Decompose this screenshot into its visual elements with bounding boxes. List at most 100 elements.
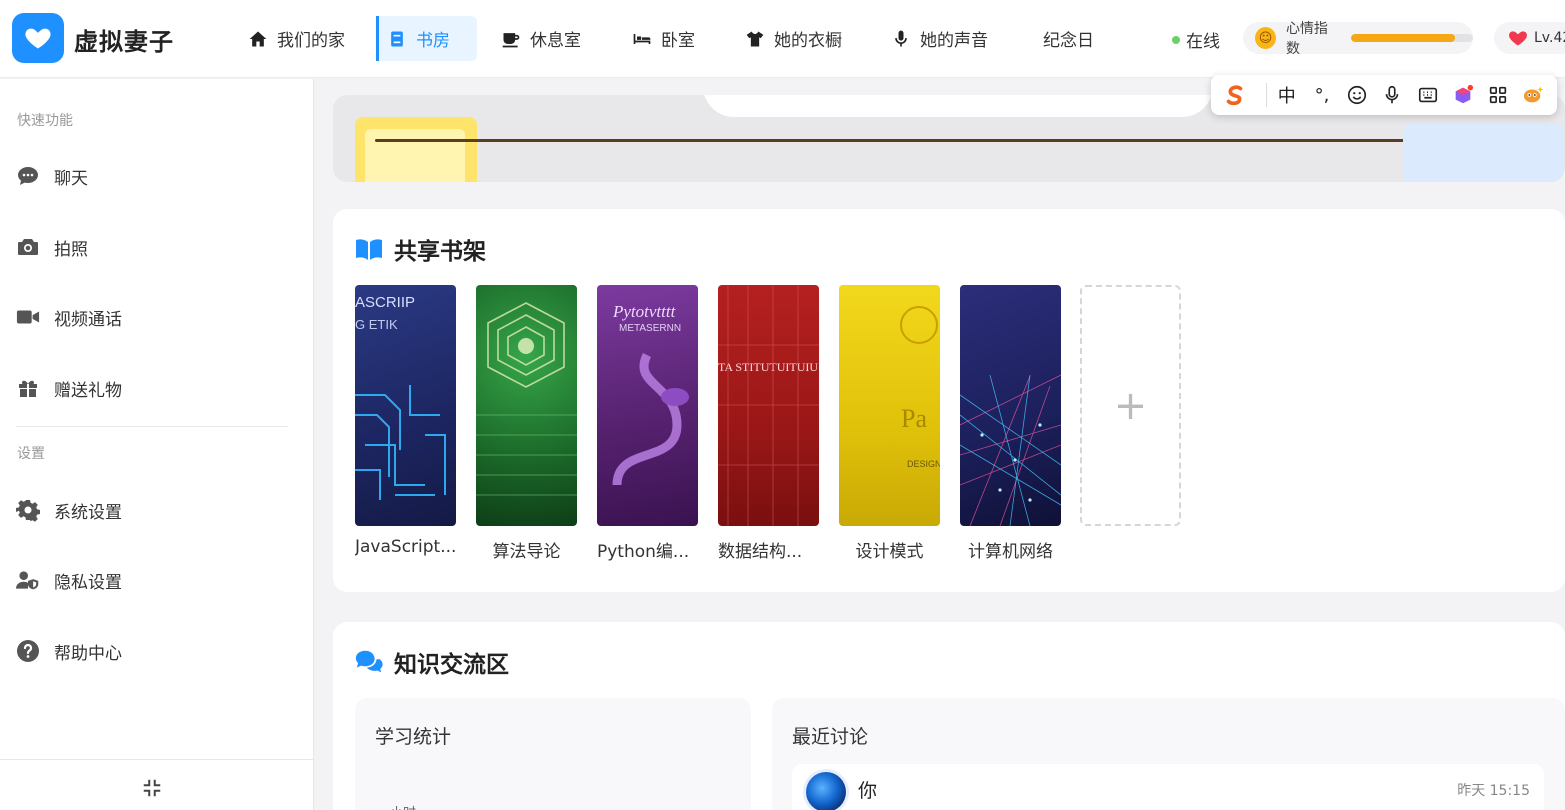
avatar xyxy=(806,772,846,810)
nav-label: 卧室 xyxy=(661,31,695,51)
sidebar-item-video-call[interactable]: 视频通话 xyxy=(16,302,122,332)
book-cover-design-patterns[interactable]: Pa DESIGN xyxy=(839,285,940,526)
heart-icon xyxy=(25,28,51,49)
knowledge-title-text: 知识交流区 xyxy=(394,652,509,678)
sticky-note[interactable] xyxy=(355,117,477,182)
sidebar-item-system-settings[interactable]: 系统设置 xyxy=(16,495,122,525)
book-title[interactable]: 算法导论 xyxy=(476,537,577,562)
svg-text:Pa: Pa xyxy=(901,404,927,433)
recent-discussions-title: 最近讨论 xyxy=(792,726,869,748)
svg-text:TA STITUTUITUIU: TA STITUTUITUIU xyxy=(718,360,818,374)
ime-mode-toggle[interactable]: 中 xyxy=(1275,82,1298,108)
camera-icon xyxy=(18,239,38,255)
grid-menu-icon[interactable] xyxy=(1487,82,1510,108)
book-cover-data-structures[interactable]: TA STITUTUITUIU xyxy=(718,285,819,526)
comments-icon xyxy=(355,650,383,673)
sticky-note-inner xyxy=(365,129,465,182)
app-name: 虚拟妻子 xyxy=(74,28,174,56)
discussion-item[interactable]: 你 昨天 15:15 xyxy=(792,764,1544,810)
mood-indicator[interactable]: ☺ 心情指数 xyxy=(1243,21,1473,57)
nav-item-home[interactable]: 我们的家 xyxy=(240,16,353,61)
shelf-line xyxy=(375,139,1545,142)
nav-item-anniversary[interactable]: 纪念日 xyxy=(1035,16,1102,61)
skin-icon[interactable] xyxy=(1451,82,1474,108)
emoji-icon[interactable] xyxy=(1346,82,1369,108)
mood-label: 心情指数 xyxy=(1285,21,1328,57)
voice-input-icon[interactable] xyxy=(1381,82,1404,108)
nav-item-lounge[interactable]: 休息室 xyxy=(493,16,589,61)
svg-text:METASERNN: METASERNN xyxy=(619,323,681,334)
sidebar: 快速功能 聊天 拍照 视频通话 赠送礼物 设置 系统设置 隐私设置 帮助中心 xyxy=(0,79,314,810)
sidebar-item-gift[interactable]: 赠送礼物 xyxy=(16,373,122,403)
nav-item-voice[interactable]: 她的声音 xyxy=(883,16,996,61)
nav-item-study[interactable]: 书房 xyxy=(376,16,477,61)
book-title[interactable]: 数据结构... xyxy=(718,537,828,562)
app-logo[interactable] xyxy=(12,13,64,63)
status-text: 在线 xyxy=(1186,32,1220,52)
level-badge[interactable]: Lv.42 xyxy=(1494,22,1565,54)
book-title[interactable]: Python编... xyxy=(597,537,707,562)
svg-text:ASCRIIP: ASCRIIP xyxy=(355,294,415,311)
book-title[interactable]: JavaScript... xyxy=(355,537,465,557)
book-title[interactable]: 计算机网络 xyxy=(960,537,1061,562)
bookshelf-title: 共享书架 xyxy=(354,232,486,266)
book-cover-python[interactable]: Pytotvtttt METASERNN xyxy=(597,285,698,526)
smile-icon: ☺ xyxy=(1255,27,1276,49)
nav-item-bedroom[interactable]: 卧室 xyxy=(624,16,703,61)
sidebar-item-label: 视频通话 xyxy=(54,309,122,330)
nav-item-wardrobe[interactable]: 她的衣橱 xyxy=(737,16,850,61)
sidebar-item-label: 拍照 xyxy=(54,239,88,260)
svg-text:G ETIK: G ETIK xyxy=(355,317,398,332)
svg-text:DESIGN: DESIGN xyxy=(907,459,940,469)
weather-card[interactable] xyxy=(1403,123,1563,182)
sidebar-divider xyxy=(16,426,288,427)
nav-label: 她的衣橱 xyxy=(774,31,842,51)
book-cover-networking[interactable] xyxy=(960,285,1061,526)
knowledge-title: 知识交流区 xyxy=(354,645,509,679)
sidebar-item-chat[interactable]: 聊天 xyxy=(16,161,88,191)
mascot-icon[interactable] xyxy=(1522,82,1545,108)
question-icon xyxy=(17,640,39,662)
online-dot xyxy=(1172,35,1180,44)
sidebar-item-label: 隐私设置 xyxy=(54,572,122,593)
add-book-button[interactable]: + xyxy=(1080,285,1181,526)
sidebar-item-help[interactable]: 帮助中心 xyxy=(16,636,122,666)
study-stats-panel xyxy=(355,698,751,810)
bed-icon xyxy=(633,33,651,44)
book-title[interactable]: 设计模式 xyxy=(839,537,940,562)
book-cover-algorithms[interactable] xyxy=(476,285,577,526)
top-bar: 虚拟妻子 我们的家 书房 休息室 卧室 她的衣橱 她的声音 纪念日 在线 ☺ 心… xyxy=(0,0,1565,78)
heart-icon xyxy=(1509,31,1527,46)
nav-label: 她的声音 xyxy=(920,31,988,51)
bookshelf-title-text: 共享书架 xyxy=(394,239,486,265)
video-icon xyxy=(16,310,40,324)
nav-label: 书房 xyxy=(416,31,450,51)
ime-separator xyxy=(1266,83,1268,107)
ime-punct-toggle[interactable]: °, xyxy=(1310,82,1333,108)
svg-text:Pytotvtttt: Pytotvtttt xyxy=(612,302,677,321)
hexagon-art xyxy=(476,302,577,496)
nav-label: 纪念日 xyxy=(1043,31,1094,51)
open-book-icon xyxy=(356,239,382,260)
online-status: 在线 xyxy=(1172,27,1220,52)
gift-icon xyxy=(19,380,37,397)
sogou-logo-icon[interactable] xyxy=(1223,82,1246,108)
book-cover-javascript[interactable]: ASCRIIP G ETIK xyxy=(355,285,456,526)
collapse-icon[interactable] xyxy=(141,777,163,799)
study-stats-title: 学习统计 xyxy=(375,726,452,748)
design-art: Pa DESIGN xyxy=(900,306,940,469)
sidebar-item-privacy[interactable]: 隐私设置 xyxy=(16,565,122,595)
sidebar-bottom-divider xyxy=(0,759,314,760)
sidebar-item-label: 聊天 xyxy=(54,168,88,189)
shirt-icon xyxy=(746,31,764,46)
sidebar-item-label: 赠送礼物 xyxy=(54,380,122,401)
keyboard-icon[interactable] xyxy=(1416,82,1439,108)
sidebar-item-label: 系统设置 xyxy=(54,502,122,523)
home-icon xyxy=(249,31,267,46)
level-text: Lv.42 xyxy=(1534,30,1565,46)
coffee-icon xyxy=(502,32,520,47)
discussion-time: 昨天 15:15 xyxy=(1457,783,1530,799)
quick-section-title: 快速功能 xyxy=(17,113,73,129)
sidebar-item-photo[interactable]: 拍照 xyxy=(16,232,88,262)
study-stats-unit: 小时 xyxy=(390,802,416,810)
